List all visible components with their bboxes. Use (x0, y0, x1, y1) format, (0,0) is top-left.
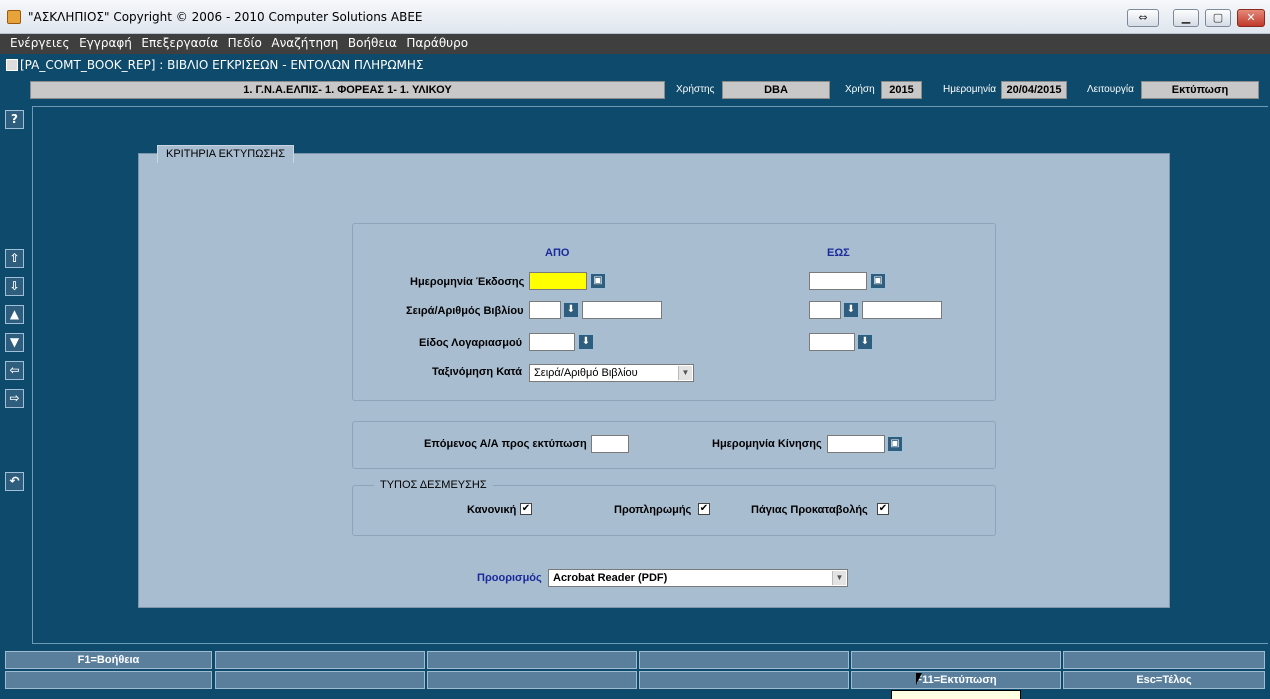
function-key-empty[interactable] (427, 651, 637, 669)
calendar-icon[interactable]: ▣ (590, 273, 606, 289)
destination-value: Acrobat Reader (PDF) (553, 572, 668, 584)
date-field: 20/04/2015 (1001, 81, 1067, 99)
previous-block-icon[interactable]: ⇦ (5, 361, 24, 380)
account-type-label: Είδος Λογαριασμού (419, 337, 523, 349)
destination-label: Προορισμός (477, 572, 542, 584)
next-aa-input[interactable] (591, 435, 629, 453)
function-key-empty[interactable] (639, 671, 849, 689)
series-book-label: Σειρά/Αριθμός Βιβλίου (406, 305, 524, 317)
movement-date-label: Ημερομηνία Κίνησης (712, 438, 822, 450)
calendar-icon[interactable]: ▣ (870, 273, 886, 289)
window-title: "ΑΣΚΛΗΠΙΟΣ" Copyright © 2006 - 2010 Comp… (28, 10, 423, 24)
function-key-empty[interactable] (215, 651, 425, 669)
normal-label: Κανονική (467, 504, 517, 516)
function-key-empty[interactable] (639, 651, 849, 669)
normal-checkbox[interactable]: ✔ (520, 503, 532, 515)
maximize-button[interactable]: ▢ (1205, 9, 1231, 27)
menu-bar: Ενέργειες Εγγραφή Επεξεργασία Πεδίο Αναζ… (0, 34, 1270, 54)
mouse-cursor-icon (916, 673, 922, 685)
chevron-down-icon: ▼ (832, 571, 846, 585)
menu-help[interactable]: Βοήθεια (338, 34, 397, 53)
next-block-icon[interactable]: ⇨ (5, 389, 24, 408)
account-type-to-input[interactable] (809, 333, 855, 351)
close-button[interactable]: ✕ (1237, 9, 1265, 27)
organization-field: 1. Γ.Ν.Α.ΕΛΠΙΣ- 1. ΦΟΡΕΑΣ 1- 1. ΥΛΙΚΟΥ (30, 81, 665, 99)
form-title-bar: [PA_COMT_BOOK_REP] : ΒΙΒΛΙΟ ΕΓΚΡΙΣΕΩΝ - … (0, 54, 1270, 76)
year-field: 2015 (881, 81, 922, 99)
menu-search[interactable]: Αναζήτηση (261, 34, 338, 53)
book-from-input[interactable] (582, 301, 662, 319)
sort-by-value: Σειρά/Αριθμό Βιβλίου (534, 367, 638, 379)
destination-select[interactable]: Acrobat Reader (PDF) ▼ (548, 569, 848, 587)
list-down-icon[interactable]: ⬇ (578, 334, 594, 350)
series-to-input[interactable] (809, 301, 841, 319)
menu-record[interactable]: Εγγραφή (69, 34, 132, 53)
user-label: Χρήστης (676, 84, 715, 95)
sort-by-select[interactable]: Σειρά/Αριθμό Βιβλίου ▼ (529, 364, 694, 382)
function-field: Εκτύπωση (1141, 81, 1259, 99)
fixed-advance-checkbox[interactable]: ✔ (877, 503, 889, 515)
list-down-icon[interactable]: ⬇ (843, 302, 859, 318)
function-key-empty[interactable] (427, 671, 637, 689)
prepayment-checkbox[interactable]: ✔ (698, 503, 710, 515)
issue-date-to-input[interactable] (809, 272, 867, 290)
prepayment-label: Προπληρωμής (614, 504, 692, 516)
menu-window[interactable]: Παράθυρο (396, 34, 468, 53)
chevron-down-icon: ▼ (678, 366, 692, 380)
form-title: [PA_COMT_BOOK_REP] : ΒΙΒΛΙΟ ΕΓΚΡΙΣΕΩΝ - … (20, 58, 424, 72)
first-record-icon[interactable]: ⇧ (5, 249, 24, 268)
next-aa-label: Επόμενος Α/Α προς εκτύπωση (424, 438, 587, 450)
function-key-empty[interactable] (1063, 651, 1265, 669)
restore-icon[interactable]: ⇔ (1127, 9, 1159, 27)
year-label: Χρήση (845, 84, 875, 95)
menu-edit[interactable]: Επεξεργασία (131, 34, 218, 53)
tooltip (891, 690, 1021, 699)
function-label: Λειτουργία (1087, 84, 1134, 95)
function-key-empty[interactable] (851, 651, 1061, 669)
to-header: ΕΩΣ (827, 247, 850, 259)
issue-date-label: Ημερομηνία Έκδοσης (410, 276, 525, 288)
window-titlebar: "ΑΣΚΛΗΠΙΟΣ" Copyright © 2006 - 2010 Comp… (0, 0, 1270, 34)
fixed-advance-label: Πάγιας Προκαταβολής (751, 504, 868, 516)
criteria-tab-title: ΚΡΙΤΗΡΙΑ ΕΚΤΥΠΩΣΗΣ (157, 145, 295, 163)
calendar-icon[interactable]: ▣ (887, 436, 903, 452)
f1-help-key[interactable]: F1=Βοήθεια (5, 651, 212, 669)
minimize-button[interactable]: ▁ (1173, 9, 1199, 27)
menu-field[interactable]: Πεδίο (218, 34, 262, 53)
commitment-type-title: ΤΥΠΟΣ ΔΕΣΜΕΥΣΗΣ (374, 479, 493, 491)
series-from-input[interactable] (529, 301, 561, 319)
last-record-icon[interactable]: ⇩ (5, 277, 24, 296)
book-to-input[interactable] (862, 301, 942, 319)
previous-record-icon[interactable]: ▲ (5, 305, 24, 324)
movement-date-input[interactable] (827, 435, 885, 453)
account-type-from-input[interactable] (529, 333, 575, 351)
next-record-icon[interactable]: ▼ (5, 333, 24, 352)
from-header: ΑΠΟ (545, 247, 570, 259)
function-key-empty[interactable] (5, 671, 212, 689)
help-icon[interactable]: ? (5, 110, 24, 129)
esc-exit-key[interactable]: Esc=Τέλος (1063, 671, 1265, 689)
undo-icon[interactable]: ↶ (5, 472, 24, 491)
list-down-icon[interactable]: ⬇ (563, 302, 579, 318)
java-app-icon (7, 10, 21, 24)
sort-by-label: Ταξινόμηση Κατά (432, 366, 523, 378)
list-down-icon[interactable]: ⬇ (857, 334, 873, 350)
date-label: Ημερομηνία (943, 84, 997, 95)
user-field: DBA (722, 81, 830, 99)
function-key-empty[interactable] (215, 671, 425, 689)
form-icon (6, 59, 18, 71)
menu-actions[interactable]: Ενέργειες (0, 34, 70, 53)
issue-date-from-input[interactable] (529, 272, 587, 290)
f11-print-key[interactable]: F11=Εκτύπωση (851, 671, 1061, 689)
